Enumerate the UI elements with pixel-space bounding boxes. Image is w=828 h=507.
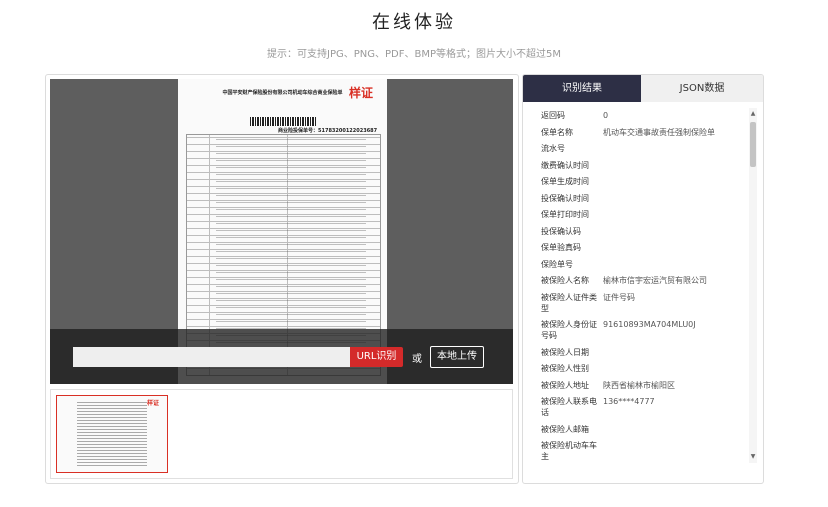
- field-value: [603, 440, 746, 462]
- field-value: [603, 363, 746, 374]
- field-value: [603, 143, 746, 154]
- image-viewer: 中国平安财产保险股份有限公司机动车综合商业保险单 样证 商业险投保单号：5178…: [50, 79, 513, 384]
- field-value: 证件号码: [603, 292, 635, 302]
- url-input[interactable]: [73, 347, 351, 367]
- field-label: 被保险人身份证号码: [541, 320, 597, 340]
- upload-bar: URL识别 或 本地上传: [50, 329, 513, 384]
- result-field-row: 被保险人名称 榆林市信宇宏运汽贸有限公司: [541, 275, 746, 286]
- document-policy-number: 商业险投保单号：51783200122023687: [278, 128, 378, 134]
- scrollbar-thumb[interactable]: [750, 122, 756, 167]
- field-value: 榆林市信宇宏运汽贸有限公司: [603, 276, 707, 285]
- field-label: 投保确认码: [541, 226, 581, 236]
- field-label: 投保确认时间: [541, 193, 589, 203]
- result-panel: 识别结果 JSON数据 返回码 0 保单名称 机动车交通事故责任强制保险单流水号缴费确…: [522, 74, 764, 484]
- result-field-row: 保单名称 机动车交通事故责任强制保险单: [541, 127, 746, 138]
- field-label: 被保险人地址: [541, 380, 589, 390]
- image-panel: 中国平安财产保险股份有限公司机动车综合商业保险单 样证 商业险投保单号：5178…: [45, 74, 519, 484]
- field-value: 0: [603, 111, 609, 120]
- result-field-row: 缴费确认时间: [541, 160, 746, 171]
- field-label: 保单打印时间: [541, 210, 589, 219]
- field-value: [603, 193, 746, 204]
- result-field-row: 投保确认码: [541, 226, 746, 237]
- result-field-row: 保单生成时间: [541, 176, 746, 187]
- field-label: 返回码: [541, 111, 565, 120]
- result-field-row: 被保险人地址 陕西省榆林市榆阳区: [541, 380, 746, 391]
- field-value: [603, 226, 746, 237]
- field-value: [603, 259, 746, 270]
- result-tabs: 识别结果 JSON数据: [523, 75, 763, 102]
- field-value: 机动车交通事故责任强制保险单: [603, 127, 715, 137]
- thumbnail-item[interactable]: 样证: [56, 395, 168, 473]
- result-field-list: 返回码 0 保单名称 机动车交通事故责任强制保险单流水号缴费确认时间 保单生成时间 投保确…: [541, 110, 746, 468]
- result-field-row: 被保险人联系电话 136****4777: [541, 396, 746, 418]
- field-label: 被保险人证件类型: [541, 292, 597, 313]
- local-upload-button[interactable]: 本地上传: [430, 346, 484, 368]
- field-value: 陕西省榆林市榆阳区: [603, 380, 675, 390]
- field-label: 被保险人名称: [541, 276, 589, 285]
- field-label: 被保险人日期: [541, 347, 589, 357]
- thumbnail-strip: 样证: [50, 389, 513, 479]
- result-field-row: 被保险人邮箱: [541, 424, 746, 435]
- result-field-row: 被保险人身份证号码 91610893MA704MLU0J: [541, 319, 746, 341]
- field-value: 136****4777: [603, 397, 655, 406]
- upload-hint: 提示：可支持JPG、PNG、PDF、BMP等格式；图片大小不超过5M: [267, 49, 561, 60]
- result-scrollbar[interactable]: ▲ ▼: [749, 108, 757, 463]
- field-value: [603, 424, 746, 435]
- result-field-row: 被保险人日期: [541, 347, 746, 358]
- field-value: [603, 209, 746, 220]
- tab-json-data[interactable]: JSON数据: [641, 75, 763, 102]
- field-label: 被保险人联系电话: [541, 397, 597, 417]
- scroll-down-icon[interactable]: ▼: [749, 453, 757, 461]
- sample-stamp: 样证: [348, 86, 373, 100]
- or-label: 或: [412, 354, 422, 365]
- thumbnail-stamp: 样证: [146, 400, 159, 407]
- field-label: 保单名称: [541, 127, 573, 137]
- result-field-row: 返回码 0: [541, 110, 746, 121]
- field-label: 保单生成时间: [541, 177, 589, 186]
- thumbnail-text-lines: [77, 402, 147, 468]
- result-field-row: 被保险机动车车主: [541, 440, 746, 462]
- result-field-row: 被保险人证件类型 证件号码: [541, 292, 746, 314]
- field-label: 被保险机动车车主: [541, 441, 597, 461]
- field-value: [603, 176, 746, 187]
- result-field-row: 流水号: [541, 143, 746, 154]
- field-value: [603, 242, 746, 253]
- field-value: [603, 347, 746, 358]
- field-label: 保单验真码: [541, 243, 581, 252]
- page-title: 在线体验: [372, 12, 456, 33]
- url-recognize-button[interactable]: URL识别: [350, 347, 403, 367]
- field-value: [603, 160, 746, 171]
- field-label: 流水号: [541, 144, 565, 153]
- tab-recognition-result[interactable]: 识别结果: [523, 75, 641, 102]
- field-label: 被保险人邮箱: [541, 424, 589, 434]
- scroll-up-icon[interactable]: ▲: [749, 110, 757, 118]
- result-field-row: 保单验真码: [541, 242, 746, 253]
- field-label: 被保险人性别: [541, 364, 589, 373]
- result-field-row: 被保险人性别: [541, 363, 746, 374]
- result-field-row: 保险单号: [541, 259, 746, 270]
- result-field-row: 保单打印时间: [541, 209, 746, 220]
- field-label: 缴费确认时间: [541, 160, 589, 170]
- field-label: 保险单号: [541, 259, 573, 269]
- field-value: 91610893MA704MLU0J: [603, 320, 696, 329]
- barcode: [250, 117, 316, 126]
- result-field-row: 投保确认时间: [541, 193, 746, 204]
